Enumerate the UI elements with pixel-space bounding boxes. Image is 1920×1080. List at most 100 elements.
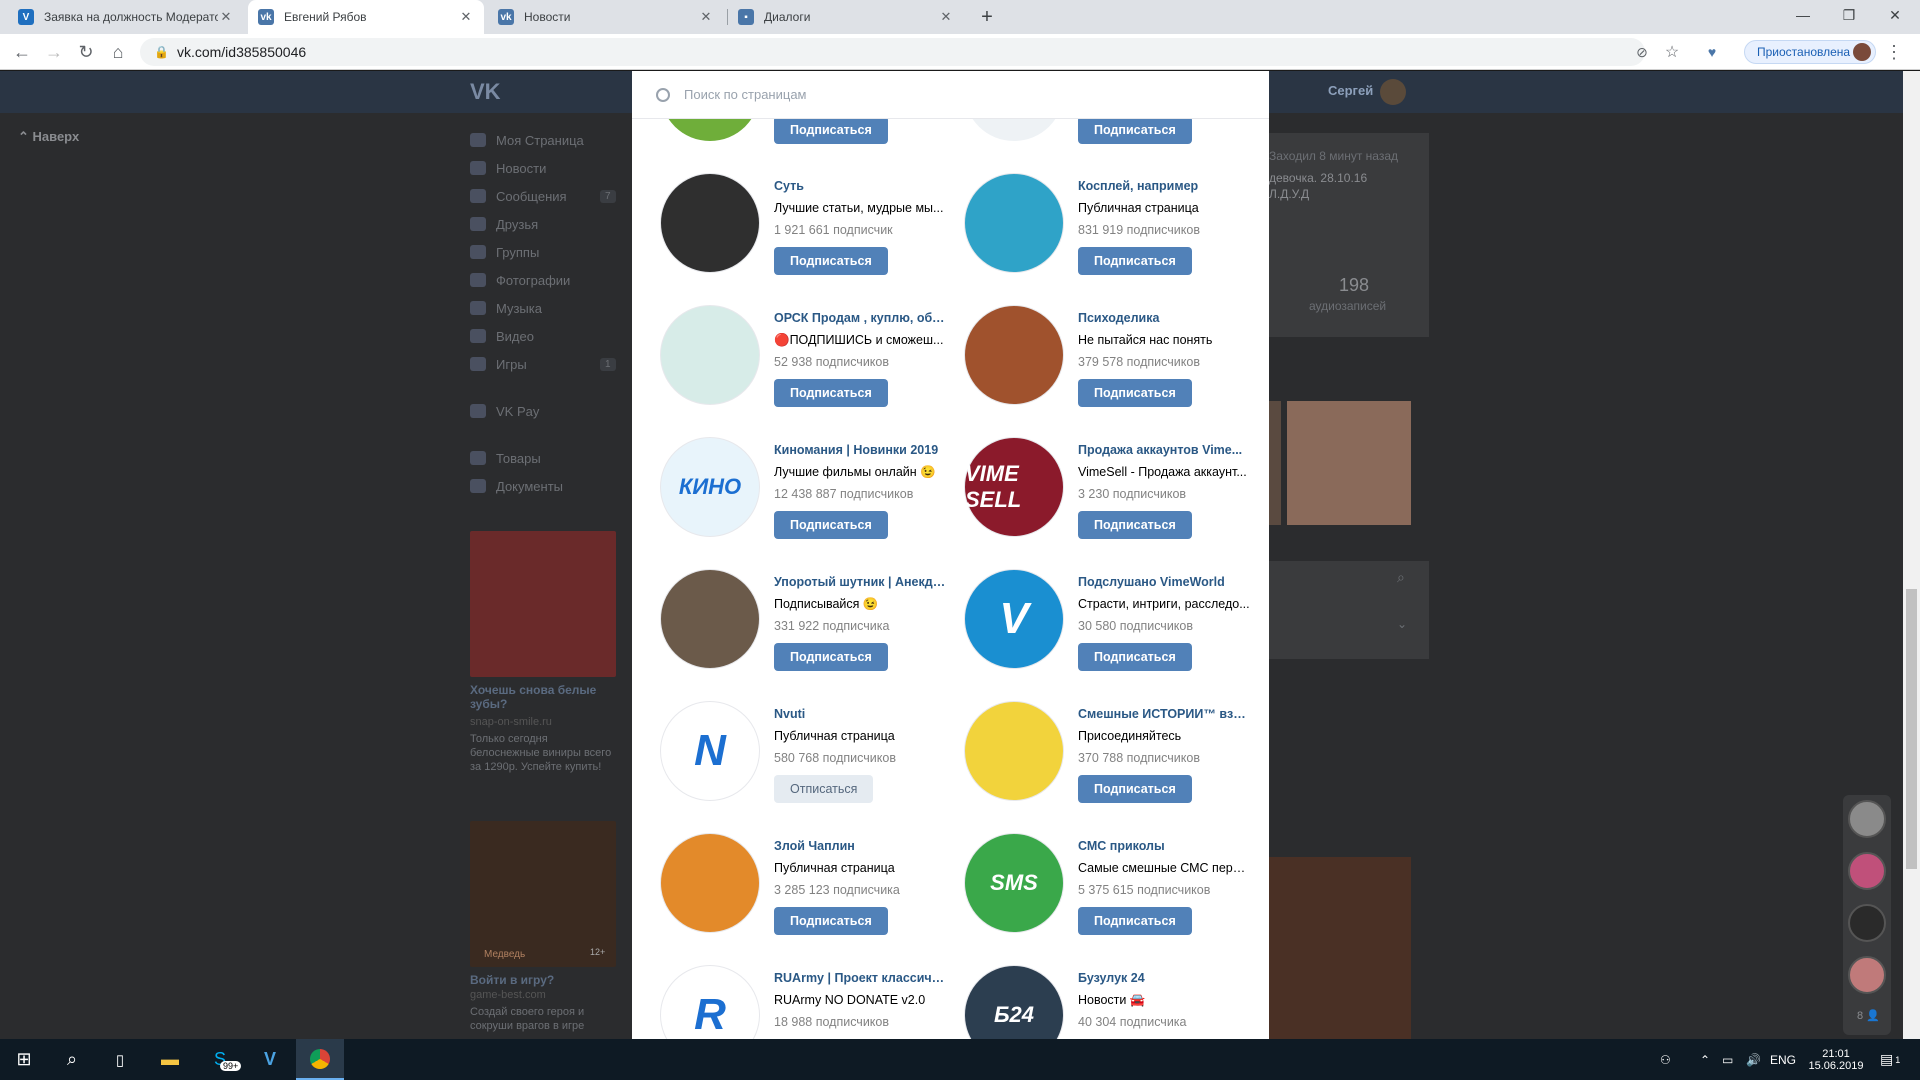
sidebar-item-vkpay[interactable]: VK Pay	[470, 397, 539, 425]
subscribe-button[interactable]: Подписаться	[1078, 379, 1192, 407]
search-icon[interactable]: ⌕	[1397, 569, 1405, 586]
community-avatar[interactable]	[660, 569, 760, 669]
network-icon[interactable]: ▭	[1722, 1039, 1733, 1080]
skype-icon[interactable]: S 99+	[196, 1039, 244, 1080]
window-close-button[interactable]: ✕	[1872, 0, 1918, 30]
subscribe-button[interactable]: Подписаться	[1078, 775, 1192, 803]
back-arrow-icon[interactable]: ←	[8, 34, 36, 70]
chevron-up-icon[interactable]: ⌃	[1700, 1039, 1710, 1080]
subscribe-button[interactable]: Подписаться	[1078, 511, 1192, 539]
tab-news[interactable]: vk Новости ✕	[488, 0, 724, 34]
subscribe-button[interactable]: Подписаться	[1078, 116, 1192, 144]
sidebar-item-photos[interactable]: Фотографии	[470, 266, 570, 294]
community-avatar[interactable]: N	[660, 701, 760, 801]
close-icon[interactable]: ✕	[218, 9, 234, 25]
header-user-name[interactable]: Сергей	[1328, 83, 1373, 98]
cookie-blocked-icon[interactable]: ⊘	[1630, 34, 1654, 70]
community-name[interactable]: Продажа аккаунтов Vime...	[1078, 443, 1250, 457]
search-icon[interactable]: ⌕	[48, 1039, 96, 1080]
subscribe-button[interactable]: Подписаться	[774, 247, 888, 275]
minimize-button[interactable]: —	[1780, 0, 1826, 30]
community-name[interactable]: Бузулук 24	[1078, 971, 1250, 985]
post-image[interactable]	[1269, 857, 1411, 1039]
community-name[interactable]: Суть	[774, 179, 946, 193]
people-icon[interactable]: ⚇	[1660, 1039, 1671, 1080]
community-avatar[interactable]: Б24	[964, 965, 1064, 1039]
clock[interactable]: 21:01 15.06.2019	[1806, 1039, 1866, 1080]
maximize-button[interactable]: ❐	[1826, 0, 1872, 30]
sidebar-item-music[interactable]: Музыка	[470, 294, 542, 322]
subscribe-button[interactable]: Подписаться	[774, 379, 888, 407]
sidebar-item-games[interactable]: Игры 1	[470, 350, 620, 378]
close-icon[interactable]: ✕	[698, 9, 714, 25]
sidebar-item-documents[interactable]: Документы	[470, 472, 563, 500]
community-name[interactable]: Nvuti	[774, 707, 946, 721]
photo-thumb[interactable]	[1269, 401, 1281, 525]
ad-title[interactable]: Хочешь снова белые зубы?	[470, 683, 616, 711]
chrome-icon[interactable]	[296, 1039, 344, 1080]
home-icon[interactable]: ⌂	[104, 34, 132, 70]
vimeworld-icon[interactable]: V	[246, 1039, 294, 1080]
community-avatar[interactable]	[964, 173, 1064, 273]
tab-dialogs[interactable]: ▪ Диалоги ✕	[728, 0, 964, 34]
chevron-down-icon[interactable]: ⌄	[1397, 617, 1407, 631]
vk-logo[interactable]: VK	[470, 79, 501, 105]
sidebar-item-groups[interactable]: Группы	[470, 238, 539, 266]
community-name[interactable]: ОРСК Продам , куплю, обм...	[774, 311, 946, 325]
sidebar-item-messages[interactable]: Сообщения 7	[470, 182, 620, 210]
subscribe-button[interactable]: Подписаться	[1078, 643, 1192, 671]
unsubscribe-button[interactable]: Отписаться	[774, 775, 874, 803]
sidebar-item-goods[interactable]: Товары	[470, 444, 541, 472]
community-avatar[interactable]: V	[964, 569, 1064, 669]
language-indicator[interactable]: ENG	[1770, 1039, 1796, 1080]
notification-icon[interactable]: ▤ 1	[1880, 1039, 1900, 1080]
subscribe-button[interactable]: Подписаться	[1078, 247, 1192, 275]
sidebar-item-my-page[interactable]: Моя Страница	[470, 126, 584, 154]
audio-label[interactable]: аудиозаписей	[1309, 299, 1386, 313]
menu-icon[interactable]: ⋮	[1884, 34, 1904, 70]
community-avatar[interactable]	[964, 305, 1064, 405]
sidebar-item-video[interactable]: Видео	[470, 322, 534, 350]
community-avatar[interactable]	[660, 833, 760, 933]
community-name[interactable]: Косплей, например	[1078, 179, 1250, 193]
address-bar[interactable]: 🔒 vk.com/id385850046	[140, 38, 1645, 66]
photo-thumb[interactable]	[1287, 401, 1411, 525]
subscribe-button[interactable]: Подписаться	[774, 116, 888, 144]
forward-arrow-icon[interactable]: →	[40, 34, 68, 70]
chat-avatar[interactable]	[1848, 852, 1886, 890]
community-avatar[interactable]: VIME SELL	[964, 437, 1064, 537]
ad-title[interactable]: Войти в игру?	[470, 973, 616, 987]
reload-icon[interactable]: ↻	[72, 34, 100, 70]
community-name[interactable]: Киномания | Новинки 2019	[774, 443, 946, 457]
windows-start-icon[interactable]: ⊞	[0, 1039, 48, 1080]
subscribe-button[interactable]: Подписаться	[774, 511, 888, 539]
community-name[interactable]: RUArmy | Проект классиче...	[774, 971, 946, 985]
back-to-top-button[interactable]: ⌃ Наверх	[18, 129, 79, 145]
chat-avatar[interactable]	[1848, 904, 1886, 942]
community-name[interactable]: Злой Чаплин	[774, 839, 946, 853]
community-name[interactable]: Упоротый шутник | Анекдо...	[774, 575, 946, 589]
sidebar-item-friends[interactable]: Друзья	[470, 210, 538, 238]
community-name[interactable]: Психоделика	[1078, 311, 1250, 325]
new-tab-button[interactable]: +	[970, 0, 1004, 34]
subscribe-button[interactable]: Подписаться	[774, 643, 888, 671]
page-scrollbar[interactable]	[1903, 71, 1920, 1039]
ad-image-teeth[interactable]	[470, 531, 616, 677]
profile-sync-button[interactable]: Приостановлена	[1744, 40, 1876, 64]
community-avatar[interactable]: R	[660, 965, 760, 1039]
ad-image-game[interactable]: Медведь 12+	[470, 821, 616, 967]
chat-count[interactable]: 8 👤	[1857, 1009, 1880, 1022]
scrollbar-thumb[interactable]	[1906, 589, 1917, 869]
tab-evgeniy-ryabov[interactable]: vk Евгений Рябов ✕	[248, 0, 484, 34]
sidebar-item-news[interactable]: Новости	[470, 154, 546, 182]
audio-count[interactable]: 198	[1339, 275, 1369, 296]
community-avatar[interactable]	[964, 701, 1064, 801]
community-avatar[interactable]	[660, 305, 760, 405]
star-icon[interactable]: ☆	[1660, 34, 1684, 70]
page-search-input[interactable]	[684, 87, 1184, 102]
extension-icon[interactable]: ♥	[1700, 34, 1724, 70]
close-icon[interactable]: ✕	[938, 9, 954, 25]
file-explorer-icon[interactable]: ▬	[146, 1039, 194, 1080]
chat-avatar[interactable]	[1848, 956, 1886, 994]
task-view-icon[interactable]: ▯	[96, 1039, 144, 1080]
